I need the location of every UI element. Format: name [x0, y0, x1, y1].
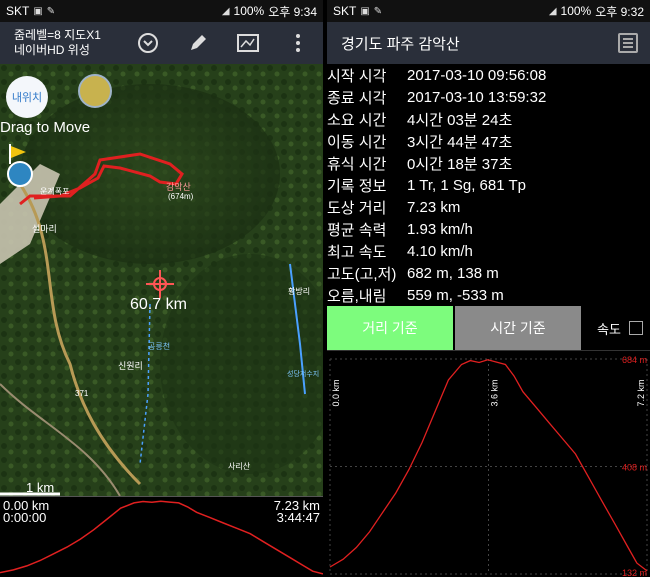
stat-label: 휴식 시간 [327, 155, 387, 173]
map-label-place4: 황방리 [288, 286, 310, 296]
time-label: 오후 9:34 [268, 4, 317, 19]
stat-value: 4.10 km/h [407, 243, 473, 261]
map-label-road-no: 371 [75, 389, 89, 398]
left-screen: SKT ▣ ✎ ◢ 100% 오후 9:34 줌레벨=8 지도X1 네이버HD … [0, 0, 323, 577]
stat-row: 시작 시각 2017-03-10 09:56:08 [327, 64, 650, 86]
map-label-place1: 운계폭포 [40, 186, 69, 196]
pencil-icon [191, 35, 206, 50]
stat-row: 이동 시간 3시간 44분 47초 [327, 130, 650, 152]
time-label: 오후 9:32 [595, 4, 644, 19]
stat-row: 기록 정보 1 Tr, 1 Sg, 681 Tp [327, 174, 650, 196]
y-tick-label: 132 m [622, 568, 647, 577]
edit-icon: ✎ [46, 5, 56, 17]
elevation-chart: 684 m 408 m 132 m 0.0 km 3.6 km 7.2 km [327, 350, 650, 577]
map-label-village: 설마리 [32, 224, 57, 234]
x-tick-label: 7.2 km [636, 379, 646, 406]
stat-label: 평균 속력 [327, 222, 387, 240]
stat-value: 559 m, -533 m [407, 287, 504, 305]
status-bar: SKT ▣ ✎ ◢ 100% 오후 9:32 [327, 0, 650, 22]
stat-label: 이동 시간 [327, 133, 387, 151]
stat-value: 0시간 18분 37초 [407, 155, 513, 173]
track-toolbar: 경기도 파주 감악산 [327, 22, 650, 64]
stat-label: 소요 시간 [327, 111, 387, 129]
y-tick-label: 684 m [622, 355, 647, 365]
stat-row: 소요 시간 4시간 03분 24초 [327, 108, 650, 130]
stat-row: 오름,내림 559 m, -533 m [327, 285, 650, 307]
stat-value: 4시간 03분 24초 [407, 111, 513, 129]
x-tick-label: 3.6 km [490, 379, 500, 406]
battery-label: 100% [233, 4, 265, 18]
map-layer-button[interactable] [231, 26, 265, 60]
map-label-place5: 공릉천 [148, 341, 170, 351]
distance-readout: 60.7 km [130, 296, 187, 313]
zoom-level-label: 줌레벨=8 지도X1 [14, 28, 101, 42]
map-label-peak: 감악산 [166, 181, 191, 192]
chart-grid [329, 358, 648, 575]
stat-label: 시작 시각 [327, 67, 387, 85]
distance-basis-button[interactable]: 거리 기준 [327, 306, 453, 350]
stat-row: 최고 속도 4.10 km/h [327, 241, 650, 263]
page-title: 경기도 파주 감악산 [341, 35, 460, 53]
battery-label: 100% [560, 4, 592, 18]
stat-label: 기록 정보 [327, 178, 387, 196]
signal-icon: ◢ [221, 5, 230, 17]
map-source-label: 네이버HD 위성 [14, 43, 90, 57]
y-tick-label: 408 m [622, 463, 647, 473]
track-stats: 시작 시각 2017-03-10 09:56:08 종료 시각 2017-03-10 … [327, 64, 650, 307]
stat-row: 도상 거리 7.23 km [327, 197, 650, 219]
drag-hint: Drag to Move [0, 119, 90, 136]
stat-value: 2017-03-10 13:59:32 [407, 88, 547, 106]
x-tick-label: 0.0 km [331, 379, 341, 406]
map-label-place2: 신원리 [118, 361, 143, 371]
map-toolbar: 줌레벨=8 지도X1 네이버HD 위성 [0, 22, 323, 64]
stat-label: 도상 거리 [327, 200, 387, 218]
map-icon [237, 34, 259, 52]
map-label-place3: 사리산 [228, 461, 251, 471]
time-basis-button[interactable]: 시간 기준 [455, 306, 581, 350]
stat-label: 최고 속도 [327, 244, 387, 262]
mini-elevation-chart: 0.00 km 0:00:00 7.23 km 3:44:47 [0, 496, 323, 577]
my-location-button[interactable]: 내위치 [6, 76, 48, 118]
status-bar: SKT ▣ ✎ ◢ 100% 오후 9:34 [0, 0, 323, 22]
image-icon: ▣ [360, 5, 370, 17]
current-location-icon [7, 161, 33, 187]
chart-mode-row: 거리 기준 시간 기준 속도 [327, 306, 650, 350]
mini-start-time: 0:00:00 [3, 510, 47, 525]
my-location-label: 내위치 [11, 92, 43, 104]
chevron-down-icon [138, 33, 158, 53]
stat-label: 고도(고,저) [327, 266, 397, 284]
stat-row: 평균 속력 1.93 km/h [327, 219, 650, 241]
mini-end-time: 3:44:47 [276, 510, 320, 525]
speed-checkbox[interactable] [628, 321, 643, 335]
carrier-label: SKT [333, 4, 357, 18]
satellite-map[interactable]: 운계폭포 감악산 (674m) 설마리 신원리 사리산 황방리 공릉천 성당저수… [0, 64, 323, 496]
stat-value: 2017-03-10 09:56:08 [407, 66, 547, 84]
right-screen: SKT ▣ ✎ ◢ 100% 오후 9:32 경기도 파주 감악산 시작 시각 2… [327, 0, 650, 577]
stat-label: 종료 시각 [327, 89, 387, 107]
menu-icon[interactable] [618, 33, 638, 53]
draw-button[interactable] [181, 26, 215, 60]
stat-value: 3시간 44분 47초 [407, 133, 513, 151]
map-label-peak-elev: (674m) [168, 192, 194, 201]
edit-icon: ✎ [373, 5, 383, 17]
stat-row: 종료 시각 2017-03-10 13:59:32 [327, 86, 650, 108]
dropdown-button[interactable] [131, 26, 165, 60]
stat-value: 7.23 km [407, 199, 461, 217]
stat-row: 고도(고,저) 682 m, 138 m [327, 263, 650, 285]
carrier-label: SKT [6, 4, 30, 18]
layer-toggle-button[interactable] [78, 74, 112, 108]
stat-row: 휴식 시간 0시간 18분 37초 [327, 152, 650, 174]
more-vert-icon [296, 34, 300, 52]
stat-label: 오름,내림 [327, 288, 387, 306]
image-icon: ▣ [33, 5, 43, 17]
stat-value: 1.93 km/h [407, 221, 473, 239]
speed-label: 속도 [597, 321, 621, 337]
elevation-plot: 684 m 408 m 132 m 0.0 km 3.6 km 7.2 km [329, 355, 648, 577]
stat-value: 1 Tr, 1 Sg, 681 Tp [407, 177, 526, 195]
signal-icon: ◢ [548, 5, 557, 17]
stat-value: 682 m, 138 m [407, 265, 499, 283]
map-label-place6: 성당저수지 [287, 369, 319, 378]
overflow-menu-button[interactable] [281, 26, 315, 60]
